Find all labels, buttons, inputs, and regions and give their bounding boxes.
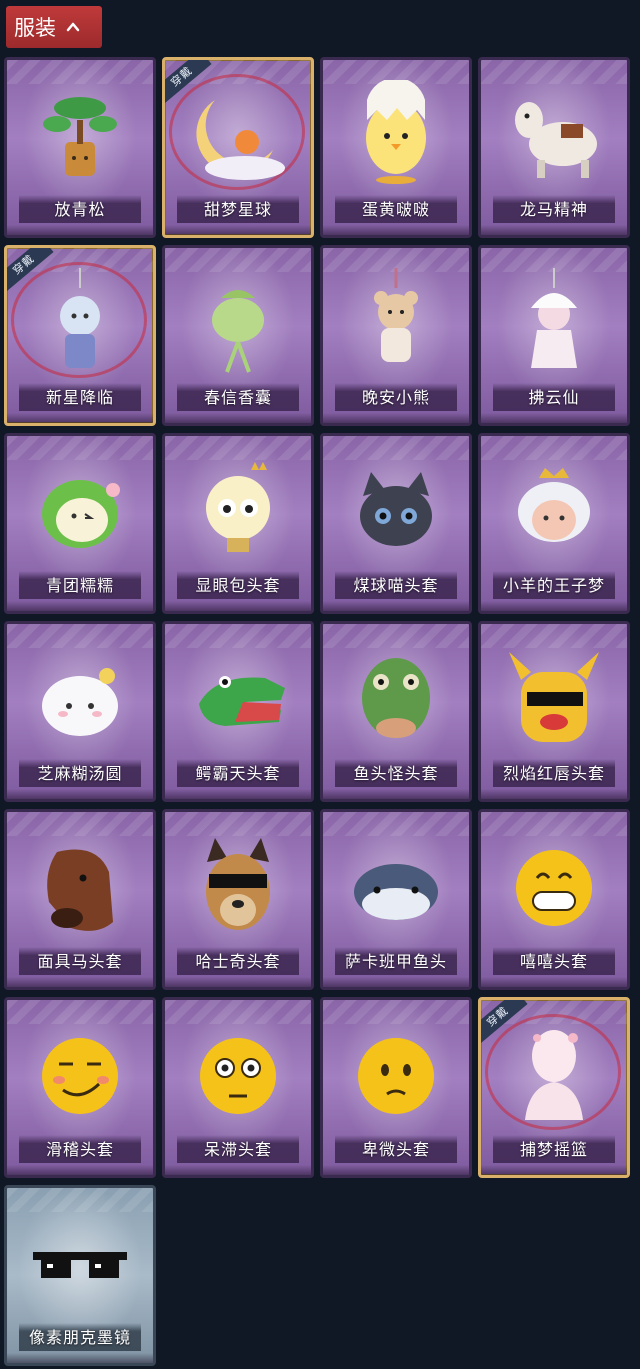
costume-item-card[interactable]: 显眼包头套 (162, 433, 314, 614)
fish-head-icon (362, 658, 430, 738)
pixel-sunglasses-icon (33, 1252, 127, 1278)
costume-item-grid: 放青松 穿戴 甜梦星球 蛋黄啵啵 龙马精神穿戴 新星降临 春信香囊 晚安小熊 拂云仙青团糯糯 显眼… (4, 57, 636, 1366)
costume-item-card[interactable]: 烈焰红唇头套 (478, 621, 630, 802)
costume-item-name: 滑稽头套 (19, 1135, 141, 1163)
costume-item-card[interactable]: 滑稽头套 (4, 997, 156, 1178)
category-tab-label: 服装 (14, 16, 56, 40)
costume-item-card[interactable]: 卑微头套 (320, 997, 472, 1178)
chevron-up-icon (66, 22, 80, 32)
costume-item-name: 像素朋克墨镜 (19, 1323, 141, 1351)
horse-mask-head-icon (47, 849, 114, 931)
costume-item-name: 烈焰红唇头套 (493, 759, 615, 787)
costume-item-name: 鱼头怪头套 (335, 759, 457, 787)
costume-item-card[interactable]: 像素朋克墨镜 (4, 1185, 156, 1366)
costume-item-card[interactable]: 哈士奇头套 (162, 809, 314, 990)
costume-item-name: 芝麻糊汤圆 (19, 759, 141, 787)
costume-item-name: 小羊的王子梦 (493, 571, 615, 599)
bear-keychain-icon (374, 268, 418, 362)
green-sachet-pendant-icon (212, 290, 264, 373)
green-rice-ball-head-icon (42, 480, 120, 548)
white-horse-plush-icon (515, 102, 597, 178)
costume-item-card[interactable]: 青团糯糯 (4, 433, 156, 614)
sheep-prince-head-icon (518, 468, 590, 542)
costume-item-card[interactable]: 龙马精神 (478, 57, 630, 238)
costume-item-name: 鳄霸天头套 (177, 759, 299, 787)
cloud-fairy-keychain-icon (531, 268, 577, 368)
costume-item-card[interactable]: 小羊的王子梦 (478, 433, 630, 614)
costume-item-name: 哈士奇头套 (177, 947, 299, 975)
costume-item-name: 捕梦摇篮 (493, 1135, 615, 1163)
husky-sunglasses-head-icon (206, 838, 270, 930)
costume-item-name: 放青松 (19, 195, 141, 223)
costume-item-name: 面具马头套 (19, 947, 141, 975)
costume-item-name: 煤球喵头套 (335, 571, 457, 599)
costume-item-name: 春信香囊 (177, 383, 299, 411)
yellow-chick-in-egg-icon (366, 80, 426, 184)
costume-item-name: 龙马精神 (493, 195, 615, 223)
costume-item-name: 拂云仙 (493, 383, 615, 411)
dream-mannequin-icon (525, 1030, 583, 1120)
costume-item-card[interactable]: 嘻嘻头套 (478, 809, 630, 990)
costume-item-card[interactable]: 萨卡班甲鱼头 (320, 809, 472, 990)
bonsai-pine-tree-icon (43, 97, 117, 176)
grinning-emoji-head-icon (516, 850, 592, 926)
costume-item-card[interactable]: 芝麻糊汤圆 (4, 621, 156, 802)
costume-item-name: 新星降临 (19, 383, 141, 411)
costume-item-name: 萨卡班甲鱼头 (335, 947, 457, 975)
costume-item-name: 蛋黄啵啵 (335, 195, 457, 223)
costume-item-name: 青团糯糯 (19, 571, 141, 599)
costume-item-name: 呆滞头套 (177, 1135, 299, 1163)
white-dumpling-head-icon (42, 668, 118, 736)
costume-item-name: 卑微头套 (335, 1135, 457, 1163)
costume-item-card[interactable]: 穿戴 甜梦星球 (162, 57, 314, 238)
costume-item-card[interactable]: 蛋黄啵啵 (320, 57, 472, 238)
smirk-emoji-head-icon (42, 1038, 118, 1114)
costume-item-name: 嘻嘻头套 (493, 947, 615, 975)
costume-item-card[interactable]: 春信香囊 (162, 245, 314, 426)
lightbulb-head-icon (206, 462, 270, 552)
costume-item-card[interactable]: 穿戴 捕梦摇篮 (478, 997, 630, 1178)
costume-item-card[interactable]: 放青松 (4, 57, 156, 238)
costume-item-card[interactable]: 穿戴 新星降临 (4, 245, 156, 426)
sacabambaspis-head-icon (354, 864, 438, 920)
pikachu-sunglasses-head-icon (509, 652, 599, 742)
costume-item-card[interactable]: 晚安小熊 (320, 245, 472, 426)
moon-dream-fox-icon (196, 100, 285, 180)
costume-item-name: 显眼包头套 (177, 571, 299, 599)
black-cat-head-icon (360, 472, 432, 546)
costume-item-card[interactable]: 拂云仙 (478, 245, 630, 426)
costume-item-card[interactable]: 鳄霸天头套 (162, 621, 314, 802)
stunned-emoji-head-icon (200, 1038, 276, 1114)
crocodile-head-icon (199, 676, 285, 726)
costume-item-card[interactable]: 面具马头套 (4, 809, 156, 990)
costume-item-card[interactable]: 鱼头怪头套 (320, 621, 472, 802)
star-girl-keychain-icon (60, 268, 100, 368)
costume-category-tab[interactable]: 服装 (6, 6, 102, 48)
costume-item-name: 甜梦星球 (177, 195, 299, 223)
costume-item-card[interactable]: 呆滞头套 (162, 997, 314, 1178)
costume-item-name: 晚安小熊 (335, 383, 457, 411)
pleading-emoji-head-icon (358, 1038, 434, 1114)
costume-item-card[interactable]: 煤球喵头套 (320, 433, 472, 614)
